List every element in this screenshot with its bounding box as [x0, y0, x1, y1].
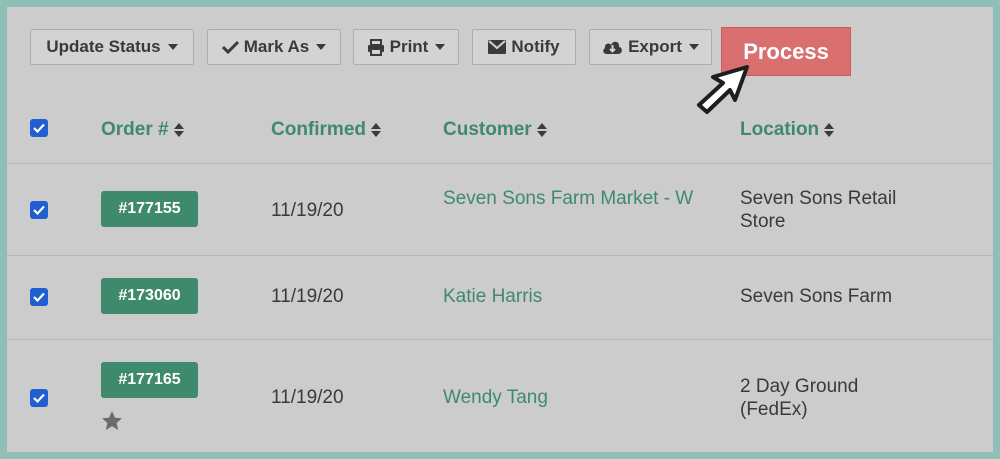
export-label: Export: [628, 37, 682, 56]
export-button[interactable]: Export: [589, 29, 712, 65]
print-button[interactable]: Print: [353, 29, 459, 65]
column-header-confirmed-label: Confirmed: [271, 119, 366, 140]
notify-label: Notify: [511, 37, 560, 56]
row-checkbox[interactable]: [30, 288, 48, 306]
column-header-customer-label: Customer: [443, 119, 532, 140]
row-divider: [7, 163, 993, 164]
location-text: 2 Day Ground (FedEx): [740, 376, 859, 420]
printer-icon: [367, 38, 384, 56]
row-divider: [7, 339, 993, 340]
process-label: Process: [743, 38, 829, 64]
check-icon: [221, 40, 239, 54]
caret-down-icon: [435, 44, 446, 50]
update-status-button[interactable]: Update Status: [30, 29, 194, 65]
confirmed-date: 11/19/20: [271, 286, 344, 307]
mark-as-button[interactable]: Mark As: [207, 29, 341, 65]
column-header-order[interactable]: Order #: [101, 115, 184, 145]
column-header-customer[interactable]: Customer: [443, 115, 547, 145]
caret-down-icon: [316, 44, 327, 50]
sort-icon: [371, 123, 381, 137]
notify-button[interactable]: Notify: [472, 29, 576, 65]
print-label: Print: [389, 37, 429, 56]
order-list-panel: Update Status Mark As Print Notify Expor…: [7, 7, 993, 452]
envelope-icon: [488, 40, 507, 54]
column-header-confirmed[interactable]: Confirmed: [271, 115, 381, 145]
update-status-label: Update Status: [46, 37, 161, 56]
customer-link[interactable]: Seven Sons Farm Market - W: [443, 187, 708, 210]
column-header-order-label: Order #: [101, 119, 169, 140]
customer-link[interactable]: Wendy Tang: [443, 386, 548, 409]
location-text: Seven Sons Farm: [740, 286, 893, 307]
sort-icon: [824, 123, 835, 137]
check-icon: [33, 292, 45, 302]
cursor-pointer-icon: [697, 65, 749, 114]
confirmed-date: 11/19/20: [271, 200, 344, 221]
check-icon: [33, 123, 45, 133]
column-header-location-label: Location: [740, 119, 820, 140]
check-icon: [33, 393, 45, 403]
sort-icon: [536, 123, 547, 137]
customer-link[interactable]: Katie Harris: [443, 285, 542, 308]
order-number-badge[interactable]: #173060: [101, 278, 198, 314]
column-header-location[interactable]: Location: [740, 115, 835, 145]
location-text: Seven Sons Retail Store: [740, 188, 897, 232]
select-all-checkbox[interactable]: [30, 119, 48, 137]
cloud-download-icon: [603, 41, 622, 54]
star-icon[interactable]: [101, 410, 123, 431]
caret-down-icon: [167, 44, 178, 50]
caret-down-icon: [688, 44, 699, 50]
confirmed-date: 11/19/20: [271, 387, 344, 408]
order-number-badge[interactable]: #177155: [101, 191, 198, 227]
check-icon: [33, 205, 45, 215]
row-divider: [7, 255, 993, 256]
mark-as-label: Mark As: [243, 37, 310, 56]
sort-icon: [173, 123, 184, 137]
row-checkbox[interactable]: [30, 201, 48, 219]
order-number-badge[interactable]: #177165: [101, 362, 198, 398]
row-checkbox[interactable]: [30, 389, 48, 407]
